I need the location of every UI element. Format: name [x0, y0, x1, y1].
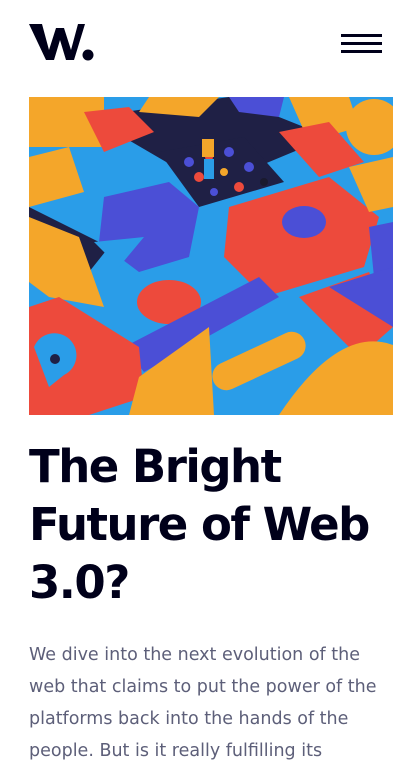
site-header — [0, 0, 418, 90]
article-title[interactable]: The Bright Future of Web 3.0? — [29, 438, 399, 612]
hero-image — [29, 97, 393, 415]
hamburger-menu-icon[interactable] — [341, 34, 382, 54]
article-description: We dive into the next evolution of the w… — [29, 645, 377, 761]
w-logo-icon[interactable] — [29, 20, 95, 64]
